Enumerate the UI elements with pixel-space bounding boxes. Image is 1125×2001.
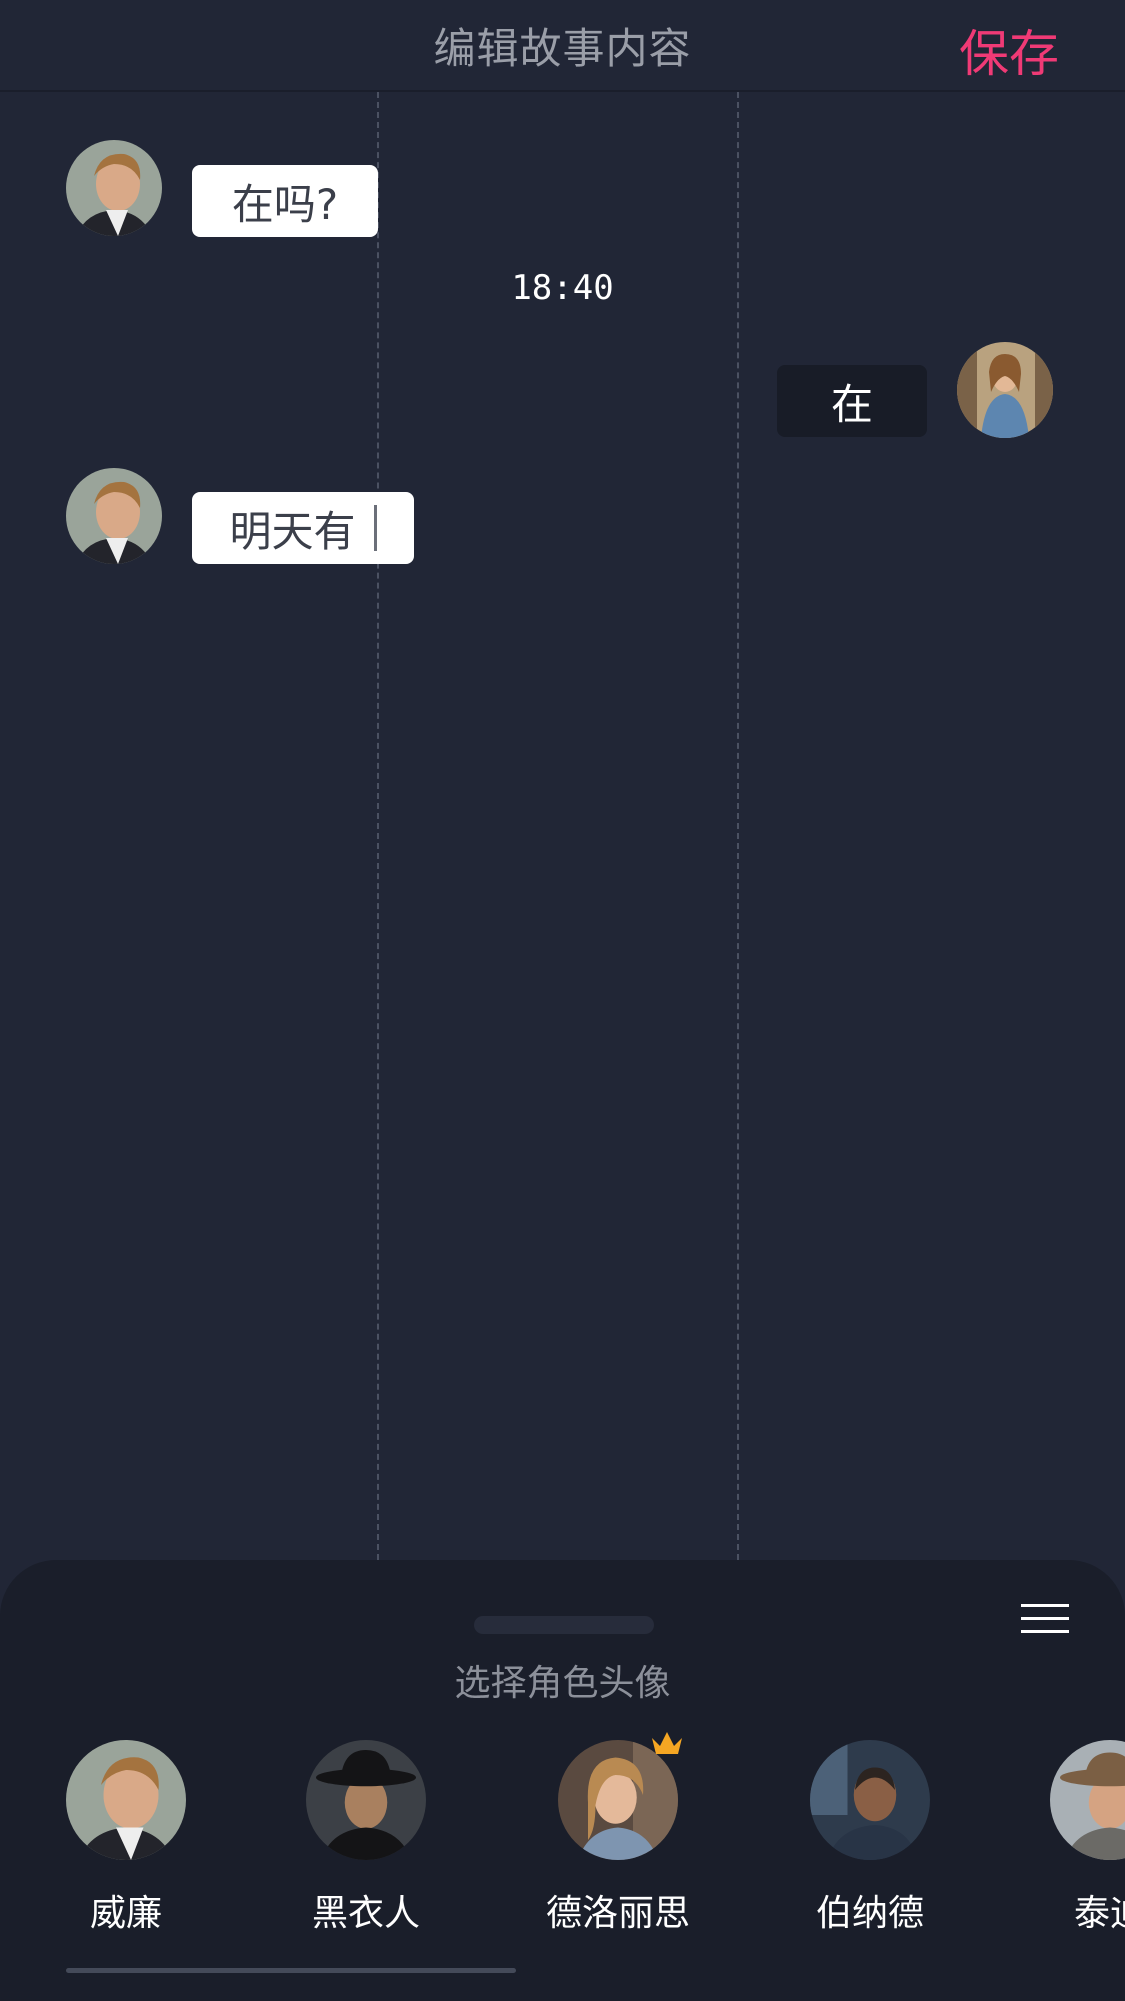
avatar-william[interactable] [66, 140, 162, 236]
crown-icon [652, 1732, 682, 1754]
avatar [558, 1740, 678, 1860]
page-title: 编辑故事内容 [433, 23, 692, 73]
role-name: 德洛丽思 [545, 1893, 690, 1934]
role-name: 黑衣人 [311, 1893, 420, 1934]
role-option-teddy[interactable]: 泰迪 [1000, 1740, 1125, 1936]
avatar [306, 1740, 426, 1860]
role-name: 威廉 [89, 1893, 162, 1934]
role-option-man-in-black[interactable]: 黑衣人 [256, 1740, 476, 1936]
message-input-bubble[interactable]: 明天有 [192, 492, 414, 564]
message-text: 在吗? [231, 179, 339, 229]
sheet-drag-handle[interactable] [474, 1616, 654, 1634]
role-option-dolores[interactable]: 德洛丽思 [508, 1732, 728, 1936]
avatar-dolores[interactable] [957, 342, 1053, 438]
timestamp: 18:40 [511, 268, 614, 308]
avatar-william[interactable] [66, 468, 162, 564]
avatar [66, 1740, 186, 1860]
role-name: 伯纳德 [815, 1893, 924, 1934]
horizontal-scrollbar[interactable] [66, 1968, 516, 1973]
message-bubble[interactable]: 在吗? [192, 165, 378, 237]
message-text: 在 [830, 379, 873, 429]
avatar [1050, 1740, 1125, 1860]
message-text: 明天有 [229, 506, 356, 556]
role-picker-sheet: 选择角色头像 威廉 黑衣人 德洛丽思 伯纳德 泰迪 [0, 1560, 1125, 2001]
column-guide-right [737, 92, 739, 1560]
role-option-bernard[interactable]: 伯纳德 [760, 1740, 980, 1936]
text-caret [373, 505, 377, 551]
avatar [810, 1740, 930, 1860]
column-guide-left [377, 92, 379, 1560]
top-bar: 编辑故事内容 保存 [0, 0, 1125, 92]
role-option-william[interactable]: 威廉 [16, 1740, 236, 1936]
save-button[interactable]: 保存 [959, 14, 1059, 86]
role-name: 泰迪 [1073, 1893, 1125, 1934]
menu-icon[interactable] [1021, 1604, 1069, 1634]
picker-title: 选择角色头像 [454, 1663, 671, 1704]
message-bubble-right[interactable]: 在 [777, 365, 927, 437]
